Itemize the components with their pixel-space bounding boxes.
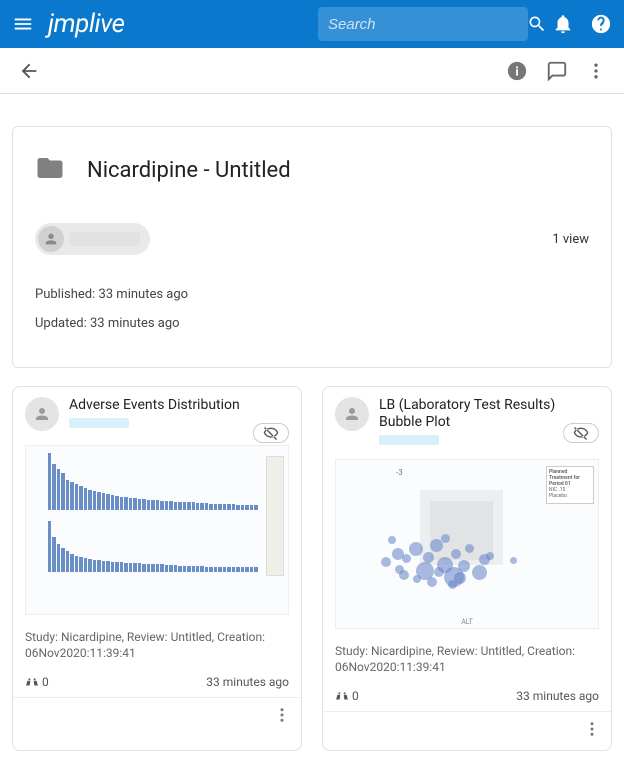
- visibility-toggle[interactable]: [563, 423, 599, 443]
- post-more-icon[interactable]: [273, 706, 291, 728]
- post-card[interactable]: LB (Laboratory Test Results) Bubble Plot…: [322, 386, 612, 751]
- page-title: Nicardipine - Untitled: [87, 158, 291, 183]
- chart-thumbnail: [25, 445, 289, 615]
- author-name-redacted: [70, 232, 140, 246]
- post-author-redacted: [69, 418, 129, 428]
- search-input[interactable]: [328, 16, 527, 33]
- report-header-card: Nicardipine - Untitled 1 view Published:…: [12, 126, 612, 368]
- post-card[interactable]: Adverse Events Distribution Study: Nicar…: [12, 386, 302, 751]
- back-icon[interactable]: [18, 60, 40, 82]
- post-title: Adverse Events Distribution: [69, 397, 240, 414]
- folder-icon: [35, 153, 65, 187]
- follow-count: 0: [25, 675, 49, 689]
- chart-tick: -3: [396, 468, 403, 477]
- post-description: Study: Nicardipine, Review: Untitled, Cr…: [323, 637, 611, 681]
- updated-time: Updated: 33 minutes ago: [35, 316, 589, 331]
- help-icon[interactable]: [590, 13, 612, 35]
- topbar-right: [552, 13, 612, 35]
- published-time: Published: 33 minutes ago: [35, 287, 589, 302]
- post-more-icon[interactable]: [583, 720, 601, 742]
- post-author-redacted: [379, 435, 439, 445]
- visibility-toggle[interactable]: [253, 423, 289, 443]
- view-count: 1 view: [552, 232, 589, 247]
- chart-x-label: ALT: [461, 618, 473, 626]
- avatar: [38, 226, 64, 252]
- post-time-ago: 33 minutes ago: [206, 675, 289, 689]
- search-icon[interactable]: [527, 14, 547, 34]
- chart-legend: Planned Treatment for Period 01 NIC .15 …: [546, 466, 594, 504]
- posts-grid: Adverse Events Distribution Study: Nicar…: [12, 386, 612, 751]
- follow-count: 0: [335, 689, 359, 703]
- notifications-icon[interactable]: [552, 13, 574, 35]
- comment-icon[interactable]: [546, 60, 568, 82]
- more-icon[interactable]: [586, 61, 606, 81]
- top-bar: jmplive: [0, 0, 624, 48]
- content-area: Nicardipine - Untitled 1 view Published:…: [0, 94, 624, 763]
- binoculars-icon: [335, 689, 349, 703]
- info-icon[interactable]: [506, 60, 528, 82]
- search-field-wrap[interactable]: [318, 7, 528, 41]
- avatar: [335, 397, 369, 431]
- binoculars-icon: [25, 675, 39, 689]
- post-time-ago: 33 minutes ago: [516, 689, 599, 703]
- avatar: [25, 397, 59, 431]
- sub-bar: [0, 48, 624, 94]
- post-description: Study: Nicardipine, Review: Untitled, Cr…: [13, 623, 301, 667]
- menu-icon[interactable]: [12, 13, 34, 35]
- chart-thumbnail: -3 Planned Treatment for Period 01 NIC .…: [335, 459, 599, 629]
- author-chip[interactable]: [35, 223, 150, 255]
- app-logo[interactable]: jmplive: [48, 9, 125, 39]
